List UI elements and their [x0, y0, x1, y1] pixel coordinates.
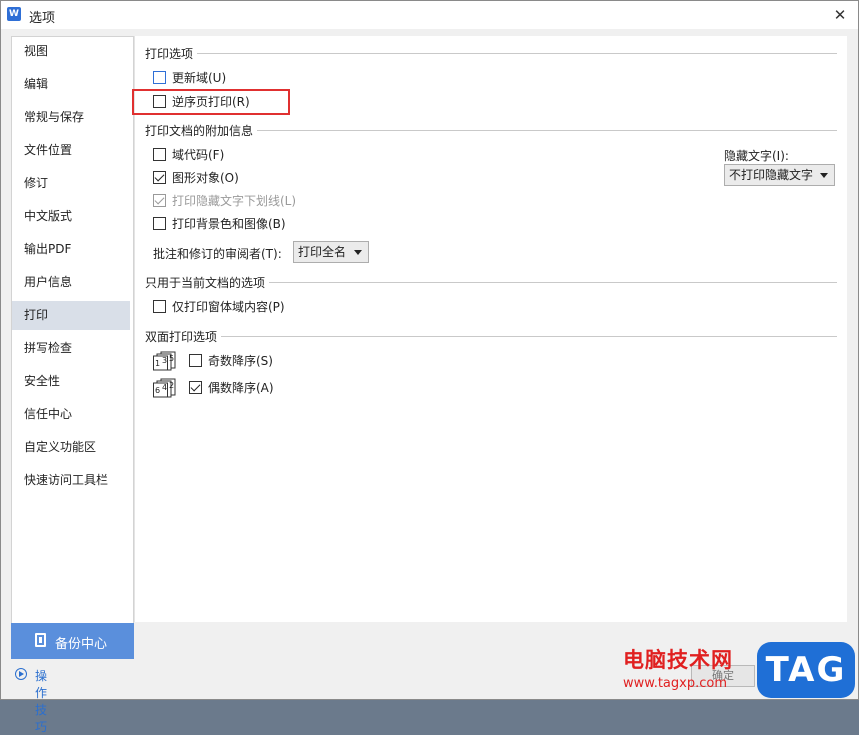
sidebar-item-file-locations[interactable]: 文件位置: [12, 136, 130, 165]
reverse-order-checkbox[interactable]: [153, 95, 166, 108]
sidebar-item-trust-center[interactable]: 信任中心: [12, 400, 130, 429]
reverse-order-label: 逆序页打印(R): [172, 95, 250, 109]
odd-pages-icon: 1 3 5: [153, 351, 183, 371]
drawing-objects-label: 图形对象(O): [172, 171, 239, 185]
background-checkbox[interactable]: [153, 217, 166, 230]
sidebar-item-print[interactable]: 打印: [12, 301, 130, 330]
options-sidebar: 视图 编辑 常规与保存 文件位置 修订 中文版式 输出PDF 用户信息 打印 拼…: [11, 36, 134, 624]
update-fields-checkbox[interactable]: [153, 71, 166, 84]
svg-text:6: 6: [155, 386, 160, 395]
site-watermark: 电脑技术网 www.tagxp.com TAG: [620, 640, 858, 700]
section-duplex: 双面打印选项: [145, 328, 837, 344]
close-icon: ✕: [833, 6, 847, 24]
close-button[interactable]: ✕: [828, 4, 852, 26]
hidden-text-select[interactable]: 不打印隐藏文字: [724, 164, 835, 186]
form-data-only-label: 仅打印窗体域内容(P): [172, 300, 285, 314]
reviewer-select[interactable]: 打印全名: [293, 241, 369, 263]
chevron-down-icon: [354, 250, 362, 255]
field-codes-label: 域代码(F): [172, 148, 225, 162]
sidebar-item-security[interactable]: 安全性: [12, 367, 130, 396]
hidden-text-underline-checkbox: [153, 194, 166, 207]
print-options-panel: 打印选项 更新域(U) 逆序页打印(R) 打印文档的附加信息 域代码(F) 图形…: [132, 36, 847, 622]
section-current-doc: 只用于当前文档的选项: [145, 274, 837, 290]
field-codes-checkbox[interactable]: [153, 148, 166, 161]
sidebar-item-spelling[interactable]: 拼写检查: [12, 334, 130, 363]
chevron-down-icon: [820, 173, 828, 178]
even-pages-icon: 6 4 2: [153, 378, 183, 398]
tips-label: 操作技巧: [35, 669, 48, 734]
section-heading: 双面打印选项: [145, 330, 222, 344]
wps-writer-icon: W: [7, 7, 21, 21]
hidden-text-value: 不打印隐藏文字: [729, 168, 814, 182]
backup-center-button[interactable]: 备份中心: [11, 623, 134, 659]
watermark-url: www.tagxp.com: [623, 676, 727, 691]
sidebar-item-edit[interactable]: 编辑: [12, 70, 130, 99]
svg-text:1: 1: [155, 359, 160, 368]
watermark-title: 电脑技术网: [623, 648, 733, 672]
update-fields-label: 更新域(U): [172, 71, 227, 85]
sidebar-item-chinese-layout[interactable]: 中文版式: [12, 202, 130, 231]
play-circle-icon: [15, 668, 27, 680]
odd-reverse-checkbox[interactable]: [189, 354, 202, 367]
backup-icon: [35, 633, 46, 647]
section-heading: 只用于当前文档的选项: [145, 276, 270, 290]
backup-center-label: 备份中心: [55, 637, 108, 652]
reviewer-value: 打印全名: [298, 245, 347, 259]
section-extra-info: 打印文档的附加信息: [145, 122, 837, 138]
svg-text:5: 5: [169, 354, 174, 363]
title-bar: W 选项 ✕: [1, 1, 858, 29]
form-data-only-checkbox[interactable]: [153, 300, 166, 313]
reviewer-label: 批注和修订的审阅者(T):: [153, 247, 282, 261]
sidebar-item-quick-access-toolbar[interactable]: 快速访问工具栏: [12, 466, 130, 495]
window-title: 选项: [29, 11, 56, 26]
odd-reverse-label: 奇数降序(S): [208, 354, 273, 368]
even-reverse-label: 偶数降序(A): [208, 381, 274, 395]
sidebar-item-general-save[interactable]: 常规与保存: [12, 103, 130, 132]
hidden-text-label: 隐藏文字(I):: [724, 149, 789, 163]
hidden-text-underline-label: 打印隐藏文字下划线(L): [172, 194, 297, 208]
section-heading: 打印文档的附加信息: [145, 124, 258, 138]
sidebar-item-export-pdf[interactable]: 输出PDF: [12, 235, 130, 264]
background-label: 打印背景色和图像(B): [172, 217, 286, 231]
svg-text:2: 2: [169, 381, 174, 390]
sidebar-item-revisions[interactable]: 修订: [12, 169, 130, 198]
drawing-objects-checkbox[interactable]: [153, 171, 166, 184]
svg-text:4: 4: [162, 383, 167, 392]
tag-logo: TAG: [757, 642, 855, 698]
section-print-options: 打印选项: [145, 45, 837, 61]
sidebar-item-view[interactable]: 视图: [12, 37, 130, 66]
even-reverse-checkbox[interactable]: [189, 381, 202, 394]
svg-text:3: 3: [162, 356, 167, 365]
sidebar-item-customize-ribbon[interactable]: 自定义功能区: [12, 433, 130, 462]
options-dialog: W 选项 ✕ 视图 编辑 常规与保存 文件位置 修订 中文版式 输出PDF 用户…: [0, 0, 859, 734]
section-heading: 打印选项: [145, 47, 198, 61]
sidebar-item-user-info[interactable]: 用户信息: [12, 268, 130, 297]
